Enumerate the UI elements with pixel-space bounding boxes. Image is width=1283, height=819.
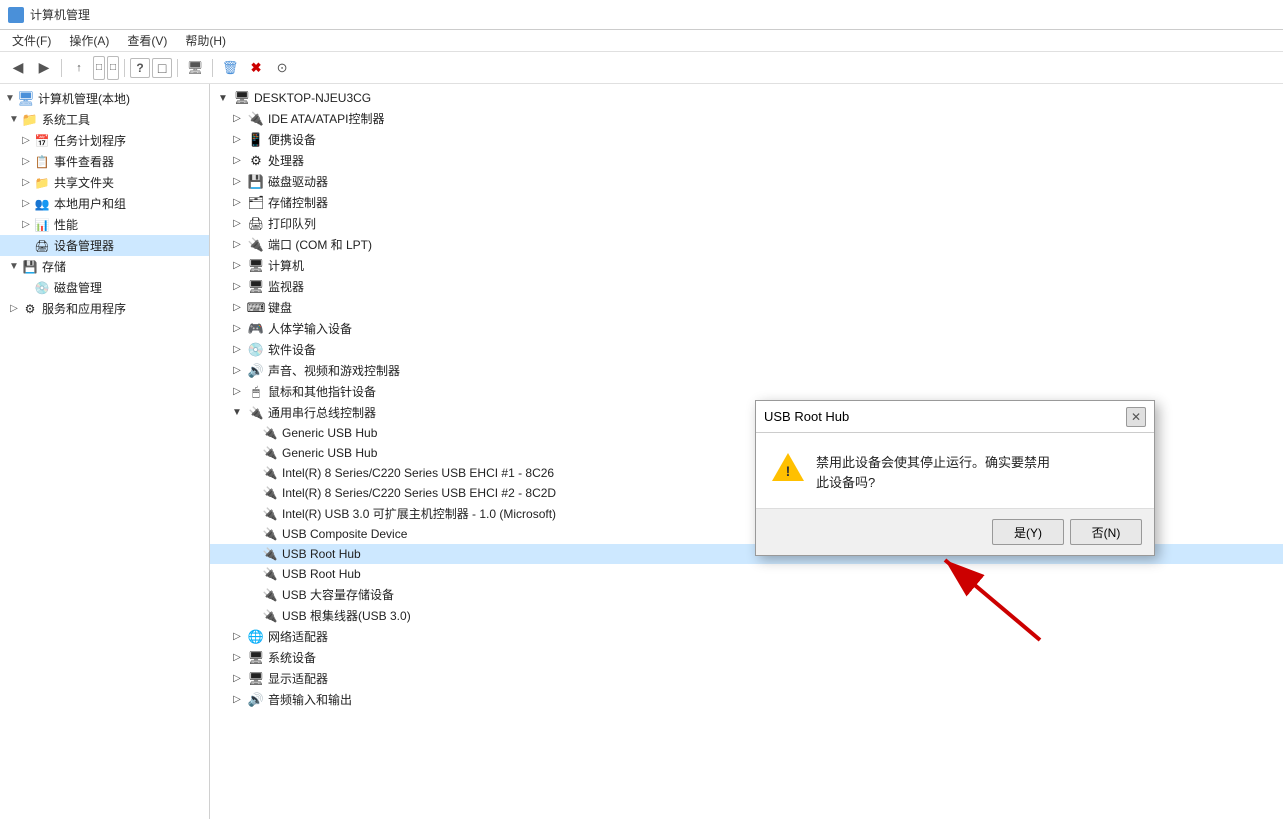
dialog-titlebar: USB Root Hub ✕: [756, 401, 1154, 433]
disable-device-dialog: USB Root Hub ✕ ! 禁用此设备会使其停止运行。确实要禁用此设备吗?…: [755, 400, 1155, 556]
dialog-overlay: USB Root Hub ✕ ! 禁用此设备会使其停止运行。确实要禁用此设备吗?…: [0, 0, 1283, 819]
dialog-body: ! 禁用此设备会使其停止运行。确实要禁用此设备吗?: [756, 433, 1154, 508]
warning-icon: !: [772, 453, 804, 485]
dialog-footer: 是(Y) 否(N): [756, 508, 1154, 555]
dialog-close-button[interactable]: ✕: [1126, 407, 1146, 427]
dialog-message: 禁用此设备会使其停止运行。确实要禁用此设备吗?: [816, 453, 1050, 492]
dialog-yes-button[interactable]: 是(Y): [992, 519, 1064, 545]
dialog-title: USB Root Hub: [764, 409, 849, 424]
dialog-no-button[interactable]: 否(N): [1070, 519, 1142, 545]
warning-exclaim-mark: !: [786, 463, 791, 479]
